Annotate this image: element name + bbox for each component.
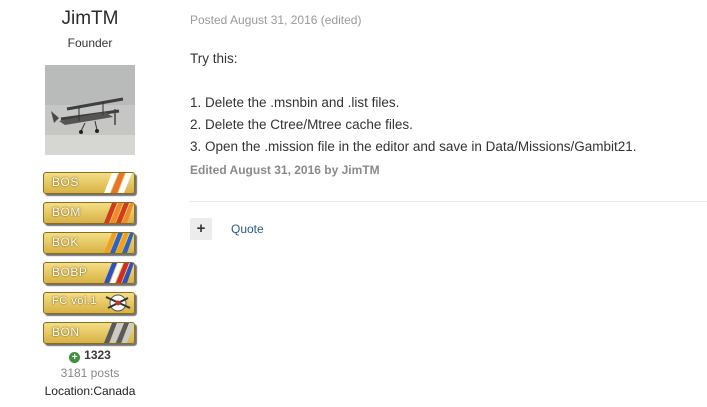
post-line: Try this: — [190, 51, 238, 66]
badge-bon: BON — [43, 322, 135, 344]
post-line: 2. Delete the Ctree/Mtree cache files. — [190, 117, 413, 132]
badge-label: BON — [52, 325, 80, 339]
quote-button[interactable]: Quote — [231, 222, 264, 236]
badge-label: FC vol.1 — [52, 295, 97, 307]
gray-stripes-icon — [104, 323, 134, 343]
orange-blue-stripes-icon — [104, 233, 134, 253]
author-sidebar: JimTM Founder BOS BOM BOK BOBP FC vol.1 … — [0, 0, 180, 407]
white-orange-stripes-icon — [104, 173, 132, 193]
badge-label: BOS — [52, 175, 79, 189]
badge-fc: FC vol.1 — [43, 292, 135, 314]
blue-red-stripes-icon — [104, 263, 134, 283]
reputation: +1323 — [0, 348, 180, 363]
biplane-icon — [105, 294, 131, 312]
post-line: 3. Open the .mission file in the editor … — [190, 139, 637, 154]
post-date[interactable]: Posted August 31, 2016 (edited) — [190, 13, 361, 27]
avatar[interactable] — [45, 65, 135, 155]
badge-label: BOM — [52, 205, 81, 219]
author-name[interactable]: JimTM — [0, 8, 180, 30]
badge-label: BOBP — [52, 265, 88, 279]
post-line: 1. Delete the .msnbin and .list files. — [190, 95, 400, 110]
badge-bok: BOK — [43, 232, 135, 254]
edited-note: Edited August 31, 2016 by JimTM — [190, 163, 380, 177]
badge-label: BOK — [52, 235, 79, 249]
author-role: Founder — [67, 36, 113, 50]
author-location: Location:Canada — [44, 384, 136, 398]
divider — [190, 201, 707, 202]
reputation-plus-icon: + — [69, 352, 81, 363]
badge-bobp: BOBP — [43, 262, 135, 284]
badge-bos: BOS — [43, 172, 135, 194]
red-orange-stripes-icon — [104, 203, 134, 223]
reputation-count: 1323 — [84, 348, 111, 362]
post-count: 3181 posts — [60, 366, 120, 380]
multiquote-plus-button[interactable]: + — [190, 218, 212, 240]
badge-bom: BOM — [43, 202, 135, 224]
